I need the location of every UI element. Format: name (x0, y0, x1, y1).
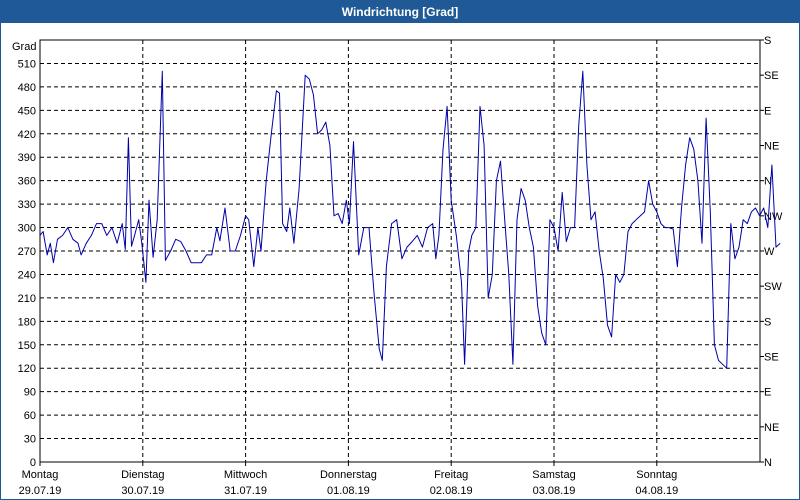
y-tick-label: 0 (30, 457, 36, 469)
y-axis-right: NNEESESSWWNWNNEESES (760, 35, 783, 469)
series-group (39, 70, 781, 369)
x-tick-date-label: 03.08.19 (533, 485, 576, 497)
y-tick-label: 450 (18, 105, 36, 117)
y-tick-label: 90 (24, 387, 36, 399)
x-tick-day-label: Dienstag (121, 469, 164, 481)
series-line (39, 70, 781, 369)
x-axis: Montag 29.07.19 Dienstag 30.07.19 Mittwoch 31… (19, 462, 678, 497)
y-tick-label: 480 (18, 82, 36, 94)
wind-direction-chart: 0 30 60 90 120 150 180 210 240 270 300 330 360 390 420… (12, 35, 783, 497)
y-tick-label: 210 (18, 293, 36, 305)
x-tick-date-label: 04.08.19 (635, 485, 678, 497)
y2-tick-label: W (764, 246, 775, 258)
y-tick-label: 300 (18, 223, 36, 235)
y-tick-label: 150 (18, 340, 36, 352)
y-tick-label: 390 (18, 152, 36, 164)
y2-tick-label: NE (764, 422, 779, 434)
y-tick-label: 330 (18, 199, 36, 211)
grid-lines (40, 40, 760, 462)
x-tick-day-label: Montag (22, 469, 59, 481)
x-tick-day-label: Samstag (532, 469, 575, 481)
y-axis-left: 0 30 60 90 120 150 180 210 240 270 300 330 360 390 420… (18, 58, 36, 469)
y-tick-label: 120 (18, 363, 36, 375)
x-tick-day-label: Sonntag (636, 469, 677, 481)
y-tick-label: 60 (24, 410, 36, 422)
y2-tick-label: SE (764, 352, 779, 364)
y2-tick-label: S (764, 316, 771, 328)
y2-tick-label: SW (764, 281, 782, 293)
x-tick-day-label: Freitag (434, 469, 468, 481)
y2-tick-label: E (764, 387, 771, 399)
y-tick-label: 240 (18, 269, 36, 281)
y-tick-label: 360 (18, 176, 36, 188)
y-tick-label: 180 (18, 316, 36, 328)
y2-tick-label: SE (764, 70, 779, 82)
y-tick-label: 270 (18, 246, 36, 258)
y-tick-label: 30 (24, 434, 36, 446)
y2-tick-label: N (764, 457, 772, 469)
x-tick-date-label: 31.07.19 (224, 485, 267, 497)
y-tick-label: 510 (18, 58, 36, 70)
x-tick-day-label: Mittwoch (224, 469, 267, 481)
x-tick-date-label: 02.08.19 (430, 485, 473, 497)
y2-tick-label: S (764, 35, 771, 47)
y-axis-label: Grad (12, 41, 36, 53)
y2-tick-label: E (764, 105, 771, 117)
y2-tick-label: NE (764, 141, 779, 153)
x-tick-day-label: Donnerstag (320, 469, 377, 481)
y-tick-label: 420 (18, 129, 36, 141)
x-tick-date-label: 29.07.19 (19, 485, 62, 497)
x-tick-date-label: 01.08.19 (327, 485, 370, 497)
x-tick-date-label: 30.07.19 (121, 485, 164, 497)
